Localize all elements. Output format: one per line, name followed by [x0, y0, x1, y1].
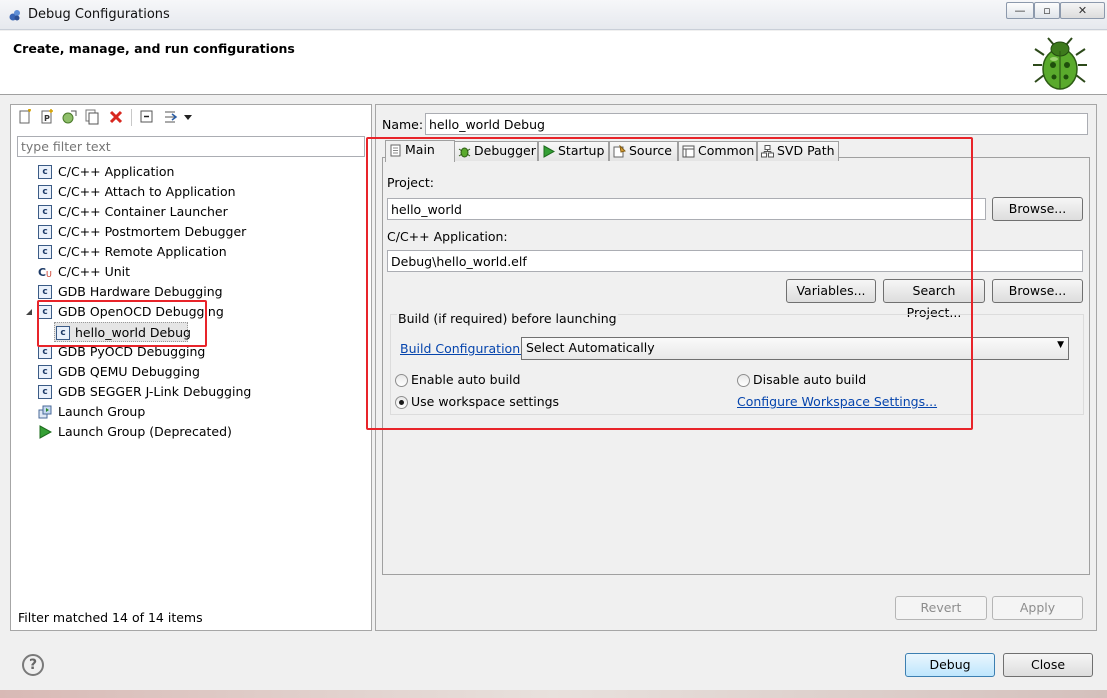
duplicate-icon[interactable] [84, 109, 100, 125]
toolbar-separator [131, 109, 132, 126]
c-config-icon: c [38, 225, 52, 239]
c-config-icon: c [38, 205, 52, 219]
svg-text:U: U [46, 270, 52, 279]
application-browse-button[interactable]: Browse... [992, 279, 1083, 303]
chevron-down-icon: ▼ [1057, 340, 1064, 350]
window-title: Debug Configurations [28, 7, 170, 22]
c-config-icon: c [38, 385, 52, 399]
tree-toolbar: P [11, 105, 371, 131]
c-config-icon: c [38, 345, 52, 359]
debug-app-icon [9, 10, 20, 21]
close-window-button[interactable]: ✕ [1060, 2, 1105, 19]
new-prototype-icon[interactable]: P [39, 109, 55, 125]
filter-status: Filter matched 14 of 14 items [18, 610, 203, 625]
desktop-background-strip [0, 690, 1107, 698]
svg-text:C: C [38, 266, 46, 279]
run-icon [39, 425, 52, 439]
c-config-icon: c [38, 285, 52, 299]
header-message: Create, manage, and run configurations [13, 41, 295, 56]
maximize-button[interactable]: ▫ [1034, 2, 1060, 19]
collapse-all-icon[interactable] [139, 109, 155, 125]
svg-text:P: P [44, 114, 50, 123]
project-browse-button[interactable]: Browse... [992, 197, 1083, 221]
c-config-icon: c [38, 245, 52, 259]
dropdown-arrow-icon[interactable] [183, 109, 193, 125]
name-label: Name: [382, 117, 424, 132]
help-icon[interactable]: ? [22, 654, 44, 676]
c-config-icon: c [38, 185, 52, 199]
title-bar: Debug Configurations — ▫ ✕ [0, 0, 1107, 30]
apply-button[interactable]: Apply [992, 596, 1083, 620]
c-config-icon: c [38, 365, 52, 379]
dialog-header: Create, manage, and run configurations [0, 31, 1107, 95]
annotation-box-tree [37, 300, 207, 347]
c-config-icon: c [38, 165, 52, 179]
new-config-icon[interactable] [17, 109, 33, 125]
annotation-box-main-tab [366, 137, 973, 430]
revert-button[interactable]: Revert [895, 596, 987, 620]
name-input[interactable] [425, 113, 1088, 135]
debug-button[interactable]: Debug [905, 653, 995, 677]
config-tree-panel: P c C/C++ Application c C/C++ Attach to … [10, 104, 372, 631]
filter-input[interactable] [17, 136, 365, 157]
c-unit-icon: CU [38, 266, 52, 279]
launch-group-icon [38, 405, 52, 419]
delete-icon[interactable] [108, 109, 124, 125]
export-icon[interactable] [61, 109, 77, 125]
bug-icon [1033, 37, 1087, 90]
close-button[interactable]: Close [1003, 653, 1093, 677]
filter-icon[interactable] [163, 109, 179, 125]
expanded-arrow-icon[interactable] [25, 308, 33, 316]
minimize-button[interactable]: — [1006, 2, 1034, 19]
